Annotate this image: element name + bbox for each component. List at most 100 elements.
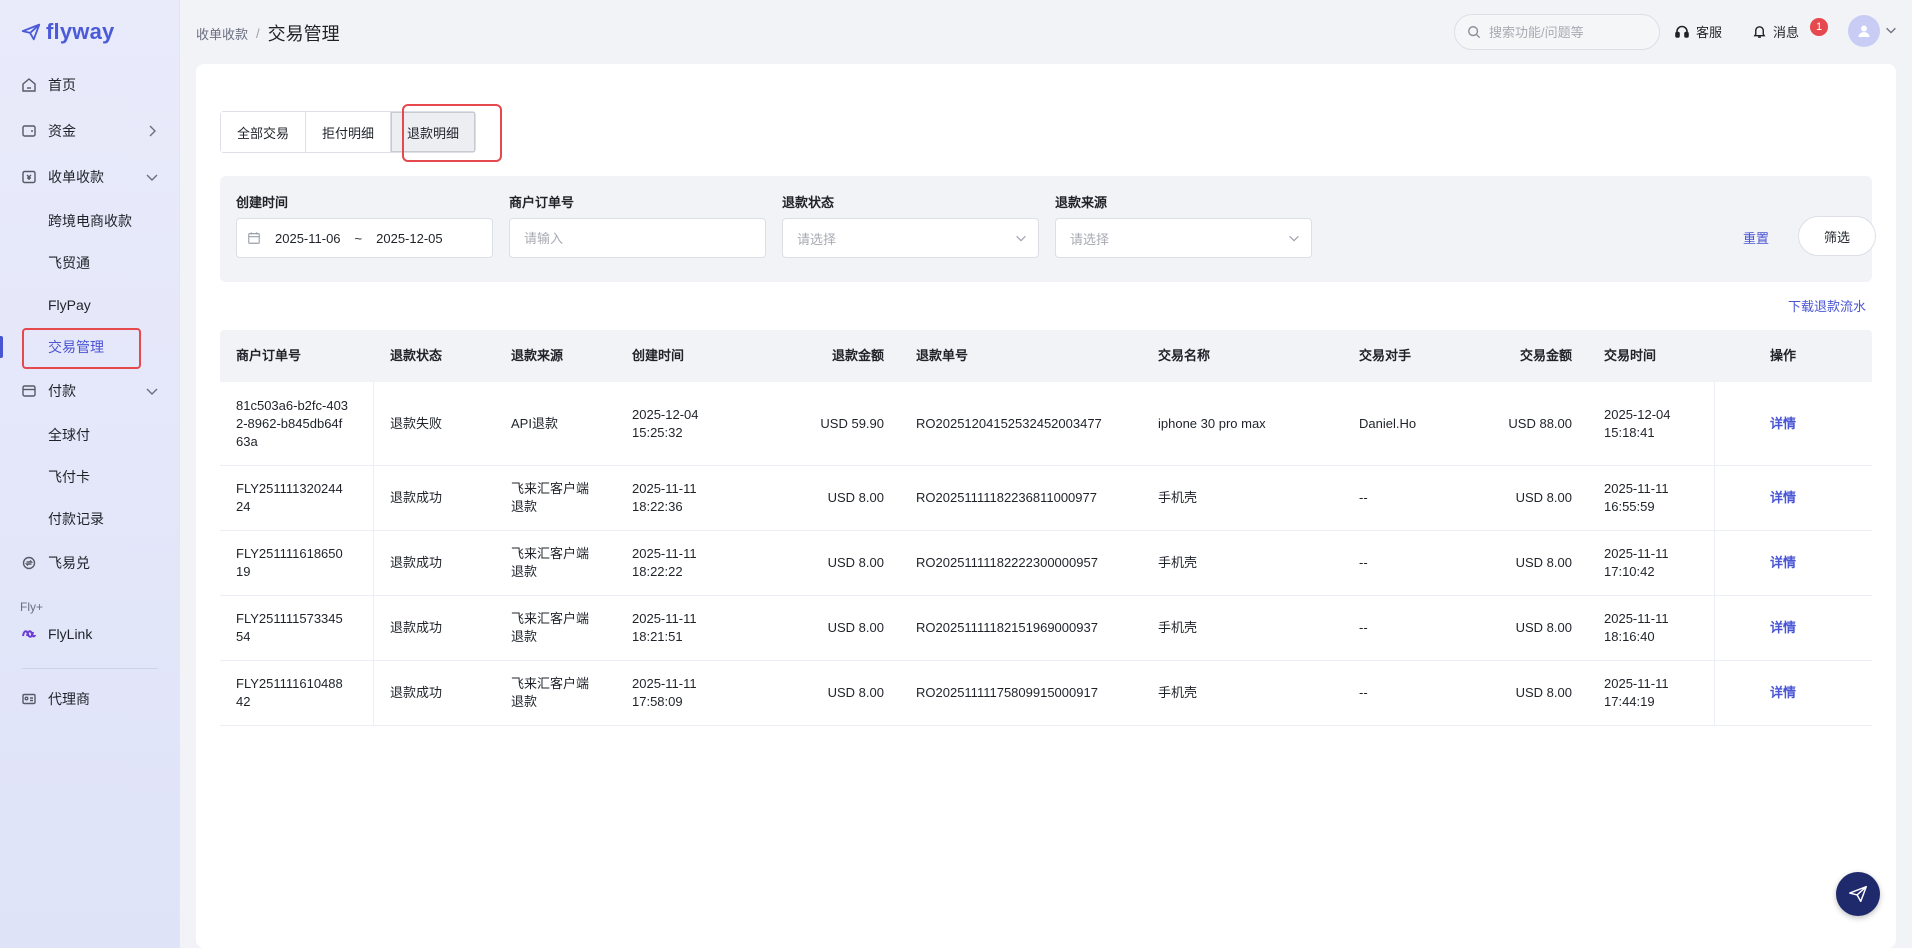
search-box[interactable] — [1454, 14, 1660, 50]
cell-created-time: 2025-11-11 18:22:36 — [616, 480, 758, 516]
select-placeholder: 请选择 — [1070, 231, 1110, 247]
cell-refund-status: 退款成功 — [390, 490, 443, 505]
sidebar-item-home[interactable]: 首页 — [0, 62, 180, 108]
date-start[interactable]: 2025-11-06 — [275, 231, 341, 246]
cell-line: 63a — [236, 433, 258, 449]
filter-label: 退款来源 — [1055, 195, 1108, 210]
filter-created-time: 创建时间 2025-11-06 ~ 2025-12-05 — [236, 192, 493, 258]
headset-icon — [1675, 25, 1689, 38]
sidebar-item-payment[interactable]: 付款 — [0, 368, 180, 414]
sidebar-item-fly-card[interactable]: 飞付卡 — [0, 456, 180, 498]
cell-line: 2025-12-04 — [1604, 406, 1671, 422]
sidebar-item-agent[interactable]: 代理商 — [0, 679, 180, 719]
message-label: 消息 — [1773, 25, 1800, 40]
cell-line: FLY251111618650 — [236, 546, 343, 561]
user-icon — [1858, 25, 1870, 37]
cell-refund-status: 退款成功 — [390, 685, 443, 700]
cell-trade-time: 2025-11-11 16:55:59 — [1588, 480, 1714, 516]
cell-line: 18:22:36 — [632, 499, 683, 514]
flyway-logo[interactable]: flyway — [20, 18, 114, 46]
table-row: 81c503a6-b2fc-403 2-8962-b845db64f 63a 退款失败… — [220, 382, 1872, 466]
tab-group: 全部交易 拒付明细 退款明细 — [220, 111, 477, 153]
cell-line: 42 — [236, 694, 251, 709]
sidebar-item-collect[interactable]: 收单收款 — [0, 154, 180, 200]
chevron-down-icon — [1289, 235, 1299, 242]
cell-line: 2025-11-11 — [1604, 481, 1669, 496]
filter-label: 商户订单号 — [509, 195, 575, 210]
details-link[interactable]: 详情 — [1770, 619, 1796, 637]
cell-line: 退款 — [511, 564, 538, 579]
column-header: 创建时间 — [632, 348, 685, 363]
sidebar-item-label: FlyLink — [48, 626, 93, 642]
breadcrumb-separator: / — [256, 25, 260, 41]
sidebar-item-payment-records[interactable]: 付款记录 — [0, 498, 180, 540]
main-content-card: 全部交易 拒付明细 退款明细 创建时间 2025-11-06 ~ 2025-12… — [196, 64, 1896, 948]
calendar-icon — [248, 232, 260, 244]
filter-refund-status: 退款状态 请选择 — [782, 192, 1039, 258]
avatar[interactable] — [1848, 15, 1880, 47]
table-body: 81c503a6-b2fc-403 2-8962-b845db64f 63a 退款失败… — [220, 382, 1872, 726]
details-link[interactable]: 详情 — [1770, 415, 1796, 433]
cell-refund-no: RO2025120415253245200347​7 — [916, 415, 1102, 431]
cell-action: 详情 — [1714, 382, 1812, 465]
sidebar-item-exchange[interactable]: 飞易兑 — [0, 540, 180, 586]
cell-line: API退款 — [511, 415, 558, 431]
sidebar-item-label: FlyPay — [48, 297, 91, 313]
order-no-field[interactable] — [509, 218, 766, 258]
cell-line: 2025-12-04 — [632, 406, 699, 422]
filter-button[interactable]: 筛选 — [1798, 216, 1876, 256]
date-range-picker[interactable]: 2025-11-06 ~ 2025-12-05 — [236, 218, 493, 258]
chevron-down-icon — [146, 388, 158, 395]
reset-button[interactable]: 重置 — [1743, 228, 1769, 247]
sidebar-item-flylink[interactable]: FlyLink — [0, 614, 180, 654]
download-refund-statement-link[interactable]: 下载退款流水 — [1788, 296, 1866, 315]
tab-refund-details[interactable]: 退款明细 — [391, 112, 476, 152]
cell-line: FLY251111610488 — [236, 676, 343, 691]
cell-refund-amount: USD 59.90 — [820, 415, 884, 431]
tab-chargeback-details[interactable]: 拒付明细 — [306, 112, 392, 152]
sidebar-item-flypay[interactable]: FlyPay — [0, 284, 180, 326]
cell-refund-source: 飞来汇客户端 退款 — [495, 545, 616, 581]
message-count-badge: 1 — [1810, 18, 1828, 36]
cell-line: 退款 — [511, 694, 538, 709]
cell-action: 详情 — [1714, 466, 1812, 530]
cell-line: 17:10:42 — [1604, 564, 1655, 579]
cell-order-no: FLY251111320244 24 — [220, 466, 374, 530]
customer-service-button[interactable]: 客服 — [1674, 22, 1722, 41]
cell-line: 18:21:51 — [632, 629, 683, 644]
search-input[interactable] — [1489, 24, 1649, 40]
home-icon — [20, 76, 38, 94]
table-row: FLY251111618650 19 退款成功 飞来汇客户端 退款 2025-11-11 1… — [220, 531, 1872, 596]
cell-line: 飞来汇客户端 — [511, 611, 590, 626]
sidebar-item-label: 全球付 — [48, 427, 90, 443]
cell-trade-time: 2025-11-11 17:44:19 — [1588, 675, 1714, 711]
details-link[interactable]: 详情 — [1770, 489, 1796, 507]
cell-trade-name: 手机壳 — [1158, 555, 1198, 570]
floating-assistant-button[interactable] — [1836, 872, 1880, 916]
order-no-input[interactable] — [524, 230, 751, 246]
sidebar-item-transactions[interactable]: 交易管理 — [0, 326, 180, 369]
cell-line: 飞来汇客户端 — [511, 481, 590, 496]
cell-line: FLY251111573345 — [236, 611, 343, 626]
sidebar-divider — [22, 668, 158, 669]
cell-refund-amount: USD 8.00 — [827, 685, 884, 700]
column-header: 交易时间 — [1604, 348, 1657, 363]
column-header: 退款状态 — [390, 348, 443, 363]
refund-source-select[interactable]: 请选择 — [1055, 218, 1312, 258]
refund-status-select[interactable]: 请选择 — [782, 218, 1039, 258]
cell-trade-amount: USD 8.00 — [1515, 555, 1572, 570]
sidebar-item-cross-border[interactable]: 跨境电商收款 — [0, 200, 180, 242]
sidebar-item-feimaotong[interactable]: 飞贸通 — [0, 242, 180, 284]
chevron-down-icon[interactable] — [1884, 23, 1898, 37]
messages-button[interactable]: 消息 — [1752, 22, 1799, 41]
breadcrumb-parent[interactable]: 收单收款 — [196, 24, 248, 43]
details-link[interactable]: 详情 — [1770, 684, 1796, 702]
tab-all-transactions[interactable]: 全部交易 — [221, 112, 307, 152]
filter-panel: 创建时间 2025-11-06 ~ 2025-12-05 商户订单号 退款状态 … — [220, 176, 1876, 282]
cell-trade-name: iphone 30 pro max — [1158, 415, 1266, 431]
sidebar-item-global-pay[interactable]: 全球付 — [0, 414, 180, 456]
sidebar: flyway 首页 资金 收单收款 跨境电商收款 飞贸通 FlyPay 交易管理… — [0, 0, 180, 948]
date-end[interactable]: 2025-12-05 — [376, 231, 443, 246]
details-link[interactable]: 详情 — [1770, 554, 1796, 572]
sidebar-item-funds[interactable]: 资金 — [0, 108, 180, 154]
